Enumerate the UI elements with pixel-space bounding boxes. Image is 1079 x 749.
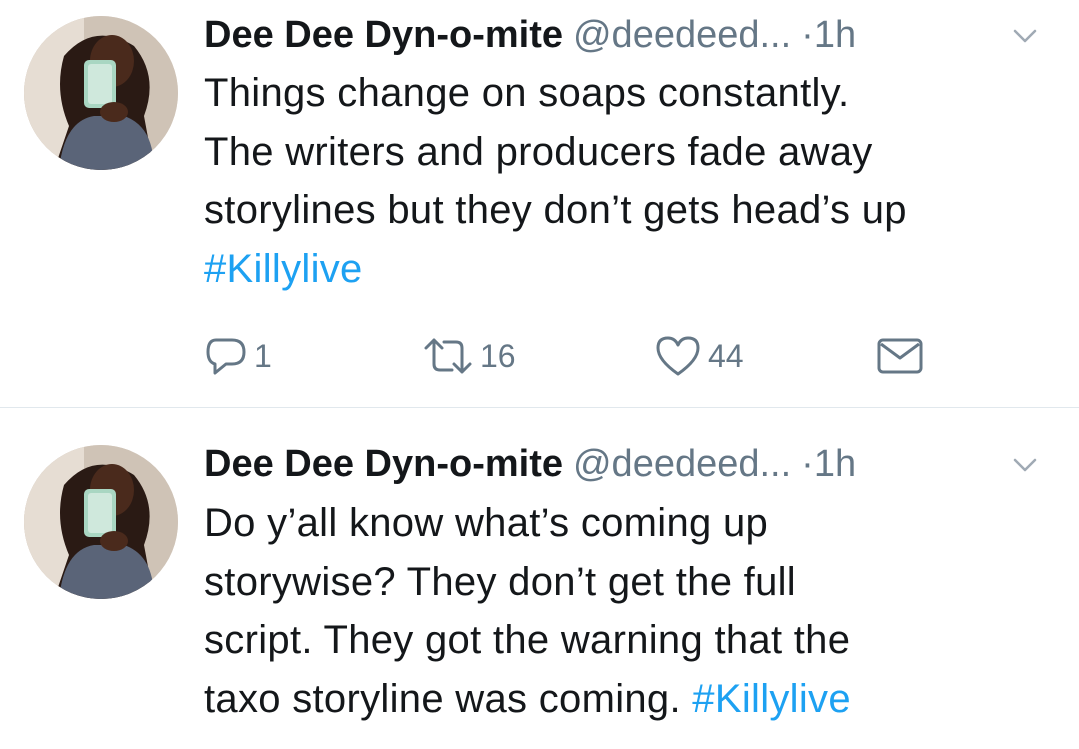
tweet-text-line: Do y’all know what’s coming up <box>204 501 769 545</box>
hashtag-link[interactable]: #Killylive <box>204 247 363 291</box>
chevron-down-icon[interactable] <box>1011 453 1039 477</box>
retweet-icon <box>424 338 472 374</box>
tweet-text-line: script. They got the warning that the <box>204 618 851 662</box>
like-count: 44 <box>708 337 744 374</box>
avatar[interactable] <box>24 16 178 170</box>
separator-dot: · <box>801 443 814 485</box>
tweet-text-line: storywise? They don’t get the full <box>204 559 796 604</box>
tweet-text: Do y’all know what’s coming up storywise… <box>204 494 1064 728</box>
like-button[interactable]: 44 <box>654 332 744 380</box>
tweet[interactable]: Dee Dee Dyn-o-mite @deedeed... ·1h Things … <box>0 0 1079 408</box>
timestamp[interactable]: 1h <box>814 443 856 485</box>
tweet-text-line: The writers and producers fade away <box>204 129 873 174</box>
author-handle[interactable]: @deedeed... <box>573 443 791 485</box>
author-name[interactable]: Dee Dee Dyn-o-mite <box>204 443 563 485</box>
tweet-actions: 1 16 44 <box>204 332 944 380</box>
reply-icon <box>206 338 246 375</box>
tweet-header: Dee Dee Dyn-o-mite @deedeed... ·1h <box>204 439 1059 489</box>
avatar-photo <box>24 16 178 170</box>
author-handle[interactable]: @deedeed... <box>573 14 791 56</box>
tweet-divider <box>0 407 1079 408</box>
author-name[interactable]: Dee Dee Dyn-o-mite <box>204 14 563 56</box>
tweet-text-line: Things change on soaps constantly. <box>204 71 850 115</box>
envelope-icon <box>877 338 923 374</box>
tweet-header: Dee Dee Dyn-o-mite @deedeed... ·1h <box>204 10 1059 60</box>
separator-dot: · <box>801 14 814 56</box>
tweet-text-line: taxo storyline was coming. <box>204 676 693 721</box>
avatar-photo <box>24 445 178 599</box>
tweet-text-line: storylines but they don’t gets head’s up <box>204 188 907 232</box>
avatar[interactable] <box>24 445 178 599</box>
retweet-button[interactable]: 16 <box>422 332 516 380</box>
tweet[interactable]: Dee Dee Dyn-o-mite @deedeed... ·1h Do y’al… <box>0 409 1079 749</box>
reply-button[interactable]: 1 <box>204 332 272 380</box>
tweet-text: Things change on soaps constantly. The w… <box>204 64 1064 298</box>
reply-count: 1 <box>254 337 272 374</box>
hashtag-link[interactable]: #Killylive <box>692 677 851 721</box>
heart-icon <box>656 336 700 376</box>
timestamp[interactable]: 1h <box>814 14 856 56</box>
direct-message-button[interactable] <box>876 332 924 380</box>
chevron-down-icon[interactable] <box>1011 24 1039 48</box>
retweet-count: 16 <box>480 337 516 374</box>
